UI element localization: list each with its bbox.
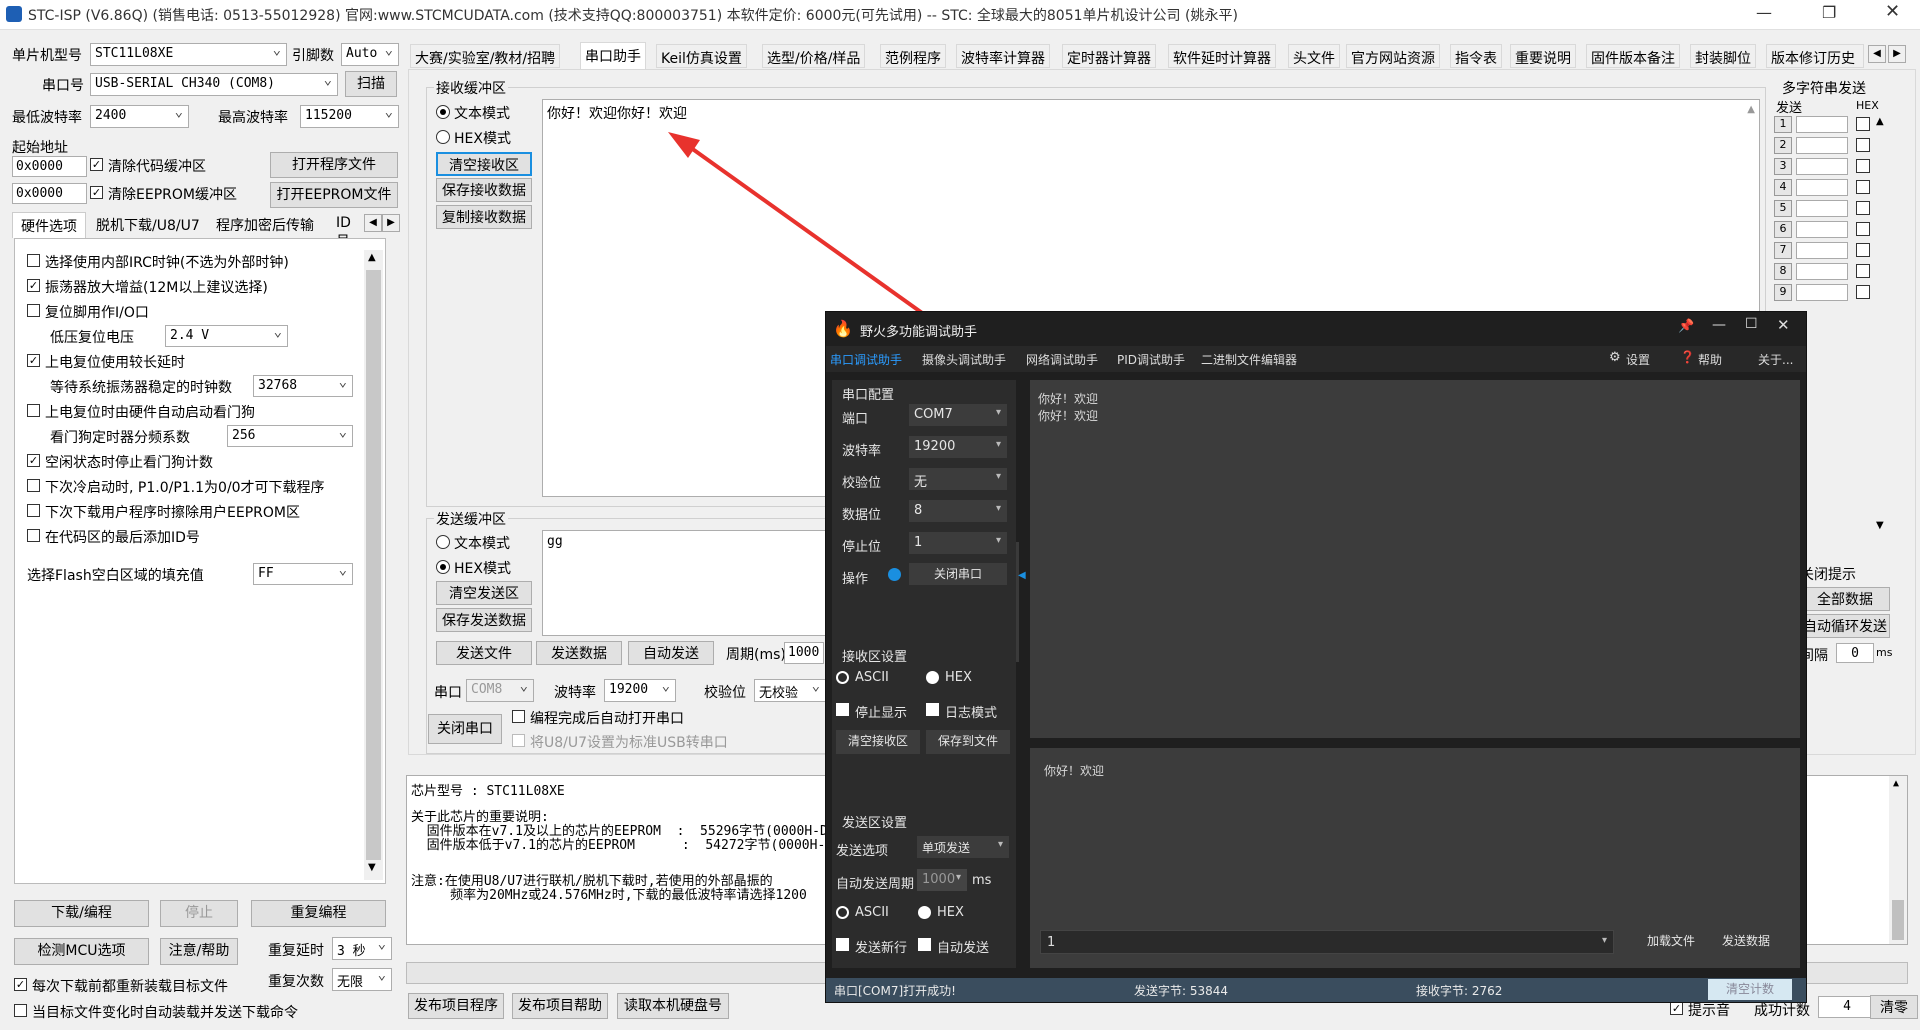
fire-databits-select[interactable]: 8 [909, 500, 1007, 522]
fire-send-input[interactable]: 1 ▾ [1040, 930, 1614, 954]
fire-tab-binary[interactable]: 二进制文件编辑器 [1201, 351, 1297, 368]
help-circle-icon[interactable]: ❓ [1680, 350, 1695, 364]
fire-splitter-handle[interactable]: ◀ [1018, 570, 1026, 584]
fire-auto-period-input[interactable]: 1000 [917, 869, 967, 891]
fire-send-option-select[interactable]: 单项发送 [917, 836, 1009, 858]
fire-send-text: 你好！欢迎 [1044, 764, 1105, 778]
fire-recv-line: 你好！欢迎 [1038, 409, 1099, 423]
fire-recv-hex-radio[interactable]: HEX [926, 670, 972, 685]
fire-ms-label: ms [972, 873, 992, 888]
fire-settings[interactable]: 设置 [1626, 351, 1650, 368]
fire-port-select[interactable]: COM7 [909, 404, 1007, 426]
fire-recv-display[interactable]: 你好！欢迎 你好！欢迎 [1030, 380, 1800, 738]
fire-tabbar: 串口调试助手 摄像头调试助手 网络调试助手 PID调试助手 二进制文件编辑器 ⚙… [826, 346, 1806, 372]
fire-baud-label: 波特率 [842, 444, 882, 459]
fire-parity-select[interactable]: 无 [909, 468, 1007, 490]
fire-save-file-button[interactable]: 保存到文件 [926, 730, 1010, 754]
fire-close-port-button[interactable]: 关闭串口 [909, 563, 1007, 585]
fire-clear-count-button[interactable]: 清空计数 [1708, 979, 1792, 1000]
fire-recv-ascii-radio[interactable]: ASCII [836, 670, 889, 685]
fire-load-file-button[interactable]: 加载文件 [1640, 930, 1702, 954]
fire-recv-title: 接收区设置 [842, 650, 908, 665]
fire-send-hex-radio[interactable]: HEX [918, 905, 964, 920]
fire-minimize-icon[interactable]: — [1712, 317, 1726, 333]
fire-recv-line: 你好！欢迎 [1038, 392, 1099, 406]
fire-send-input-value: 1 [1047, 935, 1056, 950]
fire-tab-serial[interactable]: 串口调试助手 [830, 351, 902, 368]
fire-tab-network[interactable]: 网络调试助手 [1026, 351, 1098, 368]
fire-tab-camera[interactable]: 摄像头调试助手 [922, 351, 1006, 368]
fire-parity-label: 校验位 [842, 476, 882, 491]
fire-send-ascii-radio[interactable]: ASCII [836, 905, 889, 920]
fire-send-option-label: 发送选项 [836, 844, 889, 859]
status-led-icon [888, 568, 901, 581]
fire-baud-select[interactable]: 19200 [909, 436, 1007, 458]
fire-sent-bytes: 发送字节: 53844 [1134, 984, 1229, 998]
fire-log-mode-checkbox[interactable]: 日志模式 [926, 702, 997, 721]
fire-send-title: 发送区设置 [842, 816, 908, 831]
fire-send-input-dropdown-icon[interactable]: ▾ [1602, 935, 1607, 946]
fire-auto-period-label: 自动发送周期 [836, 877, 915, 892]
fire-title: 野火多功能调试助手 [860, 325, 978, 340]
fire-statusbar: 串口[COM7]打开成功! 发送字节: 53844 接收字节: 2762 清空计… [826, 978, 1806, 1002]
fire-databits-label: 数据位 [842, 508, 882, 523]
fire-help[interactable]: 帮助 [1698, 351, 1722, 368]
fire-close-icon[interactable]: ✕ [1777, 316, 1790, 334]
fire-stop-display-checkbox[interactable]: 停止显示 [836, 702, 907, 721]
fire-splitter [1016, 542, 1019, 662]
fire-op-label: 操作 [842, 572, 869, 587]
fire-config-title: 串口配置 [842, 388, 895, 403]
fire-auto-send-checkbox[interactable]: 自动发送 [918, 937, 989, 956]
fire-port-label: 端口 [842, 412, 869, 427]
fire-send-display[interactable]: 你好！欢迎 1 ▾ 加载文件 发送数据 [1030, 748, 1800, 968]
fire-stopbits-select[interactable]: 1 [909, 532, 1007, 554]
gear-icon[interactable]: ⚙ [1609, 350, 1621, 365]
fire-maximize-icon[interactable]: ☐ [1745, 316, 1758, 332]
fire-send-data-button[interactable]: 发送数据 [1714, 930, 1778, 954]
fire-clear-recv-button[interactable]: 清空接收区 [836, 730, 920, 754]
flame-icon: 🔥 [833, 319, 853, 338]
fire-stopbits-label: 停止位 [842, 540, 882, 555]
fire-about[interactable]: 关于... [1758, 351, 1793, 368]
fire-newline-checkbox[interactable]: 发送新行 [836, 937, 907, 956]
fire-tab-pid[interactable]: PID调试助手 [1117, 351, 1185, 368]
pin-icon[interactable]: 📌 [1678, 319, 1694, 334]
fire-window: 🔥 野火多功能调试助手 📌 — ☐ ✕ 串口调试助手 摄像头调试助手 网络调试助… [825, 311, 1807, 1003]
fire-status-text: 串口[COM7]打开成功! [834, 984, 956, 998]
fire-recv-bytes: 接收字节: 2762 [1416, 984, 1503, 998]
